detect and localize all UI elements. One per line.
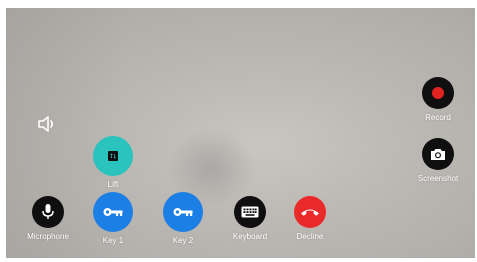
lift-control: Lift	[90, 136, 136, 189]
record-icon	[432, 87, 444, 99]
key1-control: Key 1	[91, 192, 135, 245]
keyboard-control: Keyboard	[228, 196, 272, 241]
elevator-icon	[108, 151, 118, 161]
microphone-icon	[42, 204, 54, 219]
microphone-label: Microphone	[27, 232, 69, 241]
intercom-screen: Record Screenshot Lift Microphone Key 1 …	[0, 0, 477, 262]
key2-label: Key 2	[172, 236, 194, 245]
screenshot-button[interactable]	[422, 138, 454, 170]
speaker-icon[interactable]	[36, 113, 58, 135]
record-label: Record	[425, 113, 451, 122]
microphone-button[interactable]	[32, 196, 64, 228]
record-control: Record	[412, 77, 464, 122]
decline-control: Decline	[288, 196, 332, 241]
keyboard-button[interactable]	[234, 196, 266, 228]
camera-icon	[431, 149, 445, 160]
decline-label: Decline	[296, 232, 324, 241]
keyboard-label: Keyboard	[232, 232, 268, 241]
record-button[interactable]	[422, 77, 454, 109]
lift-label: Lift	[107, 180, 119, 189]
screenshot-label: Screenshot	[417, 174, 459, 183]
key1-label: Key 1	[102, 236, 124, 245]
microphone-control: Microphone	[24, 196, 72, 241]
key1-button[interactable]	[93, 192, 133, 232]
lift-button[interactable]	[93, 136, 133, 176]
screenshot-control: Screenshot	[410, 138, 466, 183]
key2-control: Key 2	[161, 192, 205, 245]
key2-button[interactable]	[163, 192, 203, 232]
keyboard-icon	[241, 206, 259, 218]
decline-button[interactable]	[294, 196, 326, 228]
key-icon	[173, 208, 193, 216]
key-icon	[103, 208, 123, 216]
hang-up-icon	[301, 209, 319, 216]
